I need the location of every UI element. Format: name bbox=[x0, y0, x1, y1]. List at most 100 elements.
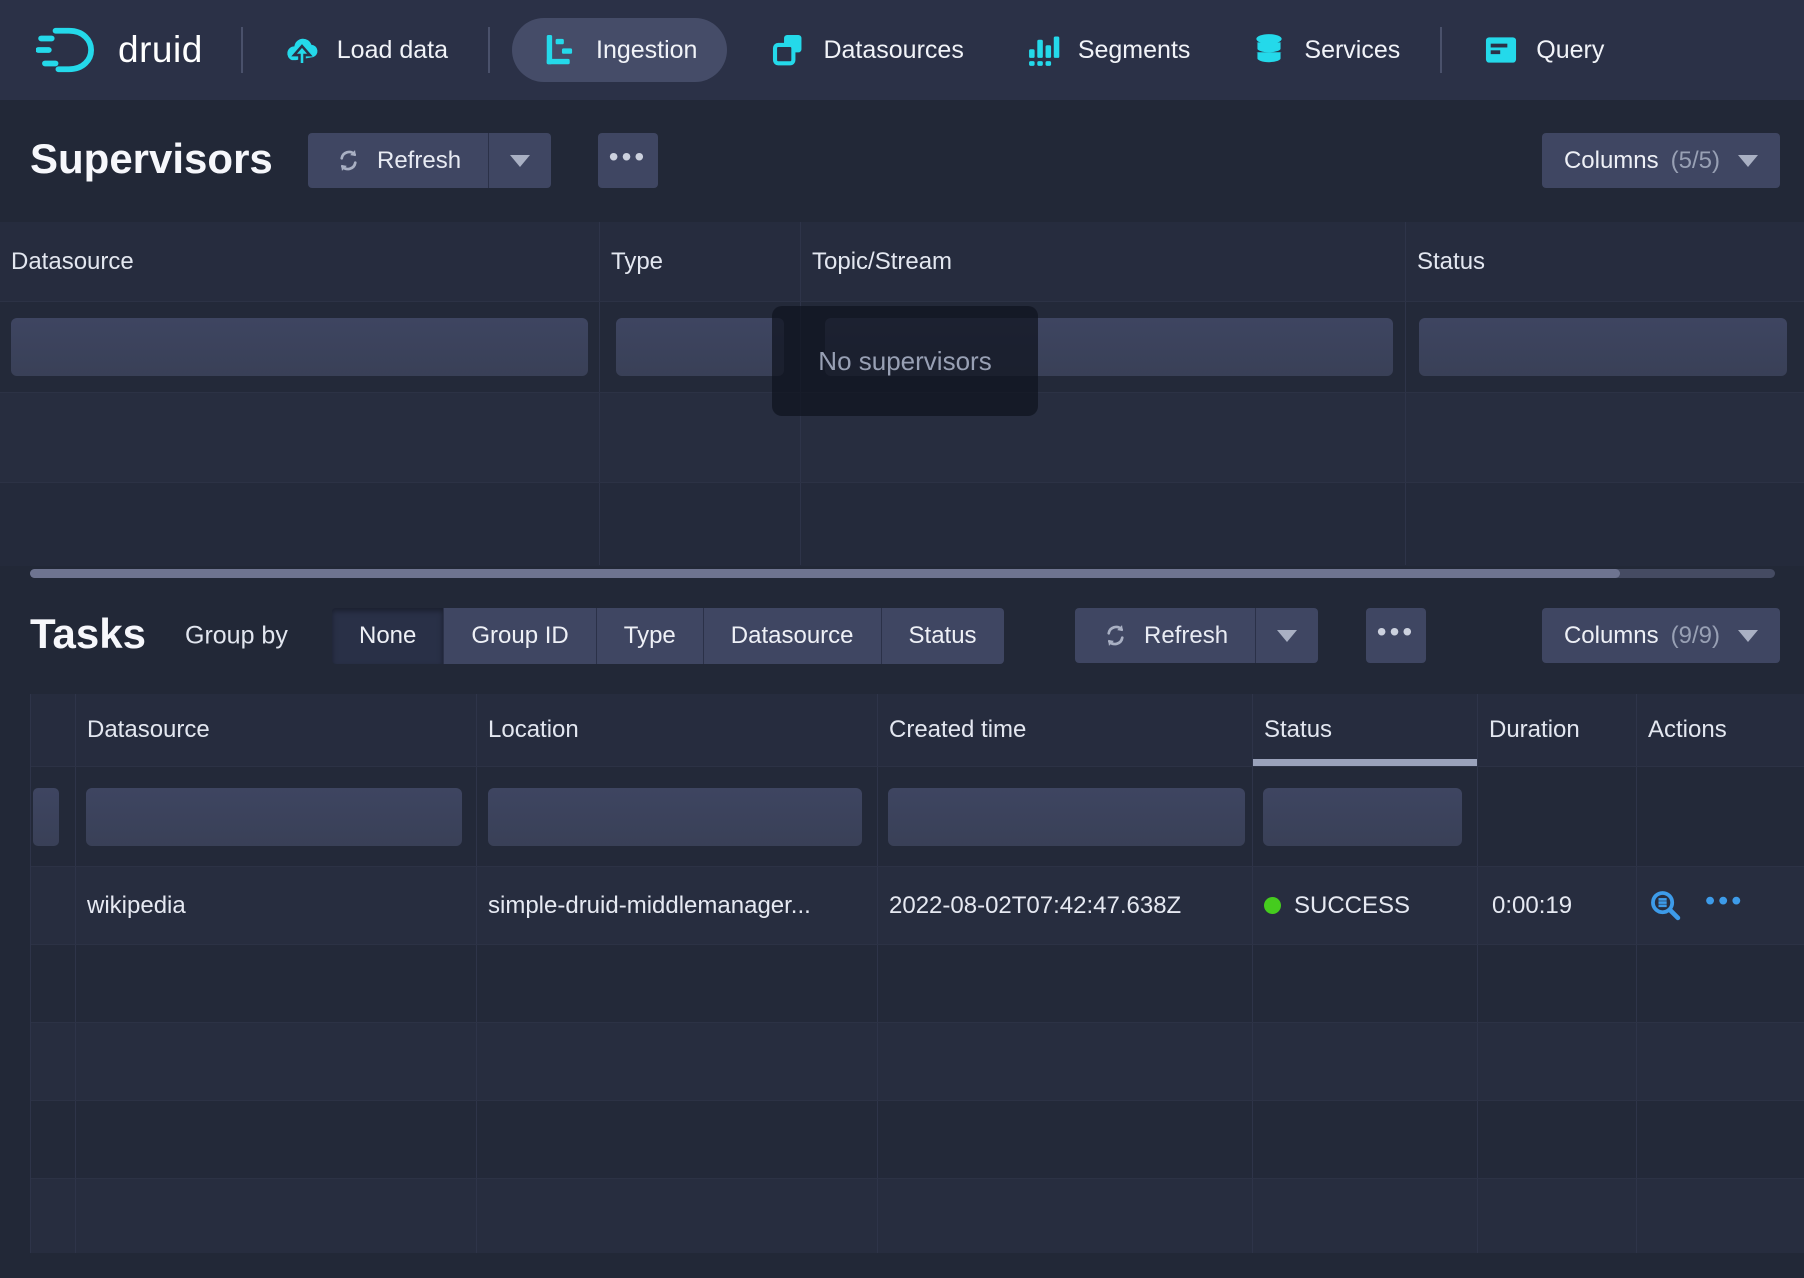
table-row bbox=[0, 483, 1804, 565]
columns-label: Columns bbox=[1564, 147, 1659, 175]
refresh-icon bbox=[1102, 622, 1129, 649]
no-supervisors-message: No supervisors bbox=[772, 306, 1038, 416]
brand-name: druid bbox=[118, 29, 203, 71]
tasks-table: Datasource Location Created time Status … bbox=[30, 694, 1804, 1253]
table-cell bbox=[1406, 393, 1804, 482]
nav-item-ingestion[interactable]: Ingestion bbox=[512, 18, 727, 82]
services-icon bbox=[1250, 31, 1288, 69]
column-header-topic-stream[interactable]: Topic/Stream bbox=[801, 222, 1406, 301]
nav-item-label: Query bbox=[1536, 36, 1604, 65]
refresh-label: Refresh bbox=[1144, 622, 1228, 650]
chevron-down-icon bbox=[1738, 630, 1758, 642]
success-status-icon bbox=[1264, 897, 1281, 914]
column-header-datasource[interactable]: Datasource bbox=[0, 222, 600, 301]
nav-item-load-data[interactable]: Load data bbox=[253, 0, 478, 100]
table-row bbox=[31, 945, 1804, 1023]
query-icon bbox=[1482, 31, 1520, 69]
table-row bbox=[31, 1101, 1804, 1179]
more-icon: ••• bbox=[609, 157, 647, 165]
nav-item-label: Segments bbox=[1078, 36, 1191, 65]
top-nav: druid Load data Ingestion bbox=[0, 0, 1804, 100]
supervisor-status-filter-input[interactable] bbox=[1419, 318, 1787, 376]
datasources-icon bbox=[769, 31, 807, 69]
supervisors-more-button[interactable]: ••• bbox=[598, 133, 658, 188]
group-by-status-button[interactable]: Status bbox=[881, 608, 1004, 664]
group-by-datasource-button[interactable]: Datasource bbox=[703, 608, 881, 664]
column-header-datasource[interactable]: Datasource bbox=[76, 694, 477, 766]
supervisors-columns-button[interactable]: Columns (5/5) bbox=[1542, 133, 1780, 188]
table-cell bbox=[0, 483, 600, 565]
columns-label: Columns bbox=[1564, 622, 1659, 650]
tasks-header-row: Datasource Location Created time Status … bbox=[31, 694, 1804, 767]
tasks-header: Tasks Group by None Group ID Type Dataso… bbox=[0, 578, 1804, 694]
nav-divider bbox=[488, 27, 490, 73]
horizontal-scrollbar[interactable] bbox=[30, 569, 1775, 578]
column-header-type[interactable]: Type bbox=[600, 222, 801, 301]
column-header-status[interactable]: Status bbox=[1253, 694, 1478, 766]
druid-brand[interactable]: druid bbox=[36, 25, 203, 75]
group-by-type-button[interactable]: Type bbox=[596, 608, 703, 664]
table-cell bbox=[0, 393, 600, 482]
tasks-refresh-button[interactable]: Refresh bbox=[1075, 608, 1256, 663]
column-header-duration[interactable]: Duration bbox=[1478, 694, 1637, 766]
table-cell bbox=[600, 483, 801, 565]
supervisors-refresh-dropdown-button[interactable] bbox=[489, 133, 551, 188]
table-cell bbox=[1478, 767, 1637, 866]
task-more-actions-icon[interactable]: ••• bbox=[1705, 901, 1744, 910]
column-header-actions[interactable]: Actions bbox=[1637, 694, 1804, 766]
tasks-more-button[interactable]: ••• bbox=[1366, 608, 1426, 663]
chevron-down-icon bbox=[510, 155, 530, 167]
tasks-columns-button[interactable]: Columns (9/9) bbox=[1542, 608, 1780, 663]
tasks-refresh-dropdown-button[interactable] bbox=[1256, 608, 1318, 663]
nav-item-services[interactable]: Services bbox=[1220, 0, 1430, 100]
group-by-group-id-button[interactable]: Group ID bbox=[443, 608, 595, 664]
column-header-clipped[interactable] bbox=[31, 694, 76, 766]
column-header-status[interactable]: Status bbox=[1406, 222, 1804, 301]
table-cell bbox=[801, 483, 1406, 565]
nav-item-label: Services bbox=[1304, 36, 1400, 65]
task-created-time-cell: 2022-08-02T07:42:47.638Z bbox=[878, 867, 1253, 944]
nav-item-datasources[interactable]: Datasources bbox=[739, 0, 993, 100]
group-by-label: Group by bbox=[185, 622, 288, 651]
nav-item-query[interactable]: Query bbox=[1452, 0, 1634, 100]
supervisors-header-row: Datasource Type Topic/Stream Status bbox=[0, 222, 1804, 302]
nav-item-label: Datasources bbox=[823, 36, 963, 65]
segments-icon bbox=[1024, 31, 1062, 69]
table-cell bbox=[31, 867, 76, 944]
tasks-refresh-split-button: Refresh bbox=[1075, 608, 1318, 663]
more-icon: ••• bbox=[1377, 632, 1415, 640]
supervisor-datasource-filter-input[interactable] bbox=[11, 318, 588, 376]
task-location-filter-input[interactable] bbox=[488, 788, 862, 846]
chevron-down-icon bbox=[1277, 630, 1297, 642]
table-cell bbox=[1406, 483, 1804, 565]
columns-count: (5/5) bbox=[1671, 147, 1720, 175]
scrollbar-thumb[interactable] bbox=[30, 569, 1620, 578]
chevron-down-icon bbox=[1738, 155, 1758, 167]
task-hidden-column-filter-input[interactable] bbox=[33, 788, 59, 846]
refresh-icon bbox=[335, 147, 362, 174]
nav-divider bbox=[1440, 27, 1442, 73]
task-datasource-filter-input[interactable] bbox=[86, 788, 462, 846]
task-duration-cell: 0:00:19 bbox=[1478, 867, 1637, 944]
nav-item-label: Load data bbox=[337, 36, 448, 65]
supervisors-refresh-button[interactable]: Refresh bbox=[308, 133, 489, 188]
task-location-cell: simple-druid-middlemanager... bbox=[477, 867, 878, 944]
supervisors-table: Datasource Type Topic/Stream Status No s… bbox=[0, 222, 1804, 566]
group-by-none-button[interactable]: None bbox=[332, 608, 443, 664]
ingestion-icon bbox=[542, 31, 580, 69]
task-actions-cell: ••• bbox=[1637, 867, 1804, 944]
columns-count: (9/9) bbox=[1671, 622, 1720, 650]
task-status-filter-input[interactable] bbox=[1263, 788, 1462, 846]
task-created-time-filter-input[interactable] bbox=[888, 788, 1245, 846]
task-preview-icon[interactable] bbox=[1648, 888, 1683, 923]
supervisors-header: Supervisors Refresh ••• Columns (5/5) bbox=[0, 100, 1804, 222]
tasks-title: Tasks bbox=[30, 610, 146, 658]
table-row bbox=[31, 1023, 1804, 1101]
column-header-created-time[interactable]: Created time bbox=[878, 694, 1253, 766]
task-row-wikipedia[interactable]: wikipedia simple-druid-middlemanager... … bbox=[31, 867, 1804, 945]
tasks-filter-row bbox=[31, 767, 1804, 867]
column-header-location[interactable]: Location bbox=[477, 694, 878, 766]
supervisor-type-filter-input[interactable] bbox=[616, 318, 784, 376]
refresh-label: Refresh bbox=[377, 147, 461, 175]
nav-item-segments[interactable]: Segments bbox=[994, 0, 1221, 100]
